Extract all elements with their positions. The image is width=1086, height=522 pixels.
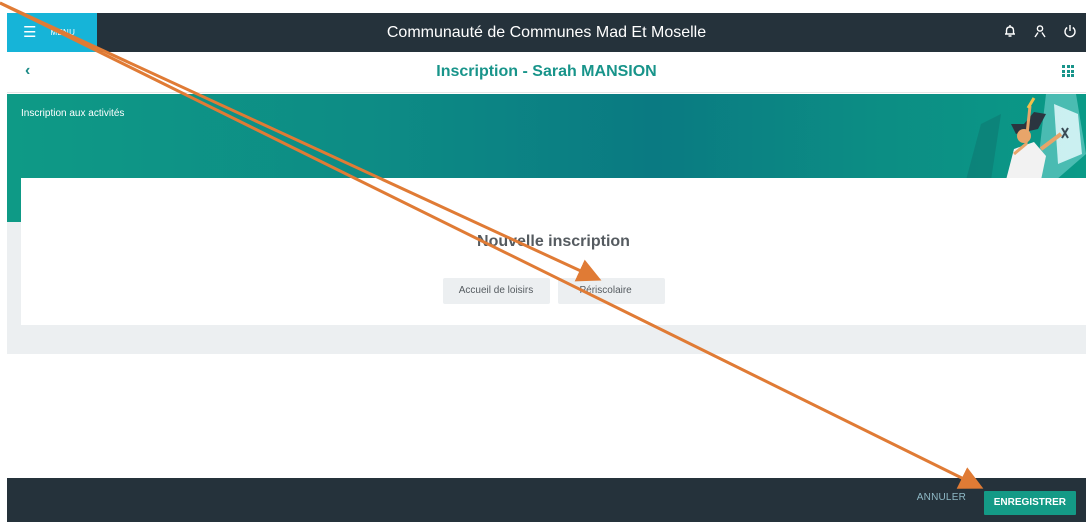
- app-title: Communauté de Communes Mad Et Moselle: [386, 24, 707, 41]
- save-button[interactable]: ENREGISTRER: [983, 491, 1076, 515]
- page: Communauté de Communes Mad Et Moselle ☰ …: [0, 0, 1086, 522]
- bell-icon[interactable]: [1002, 24, 1018, 42]
- sub-header: ‹ Inscription - Sarah MANSION: [7, 52, 1086, 93]
- apps-grid-icon[interactable]: [1062, 65, 1074, 77]
- user-icon[interactable]: [1032, 24, 1048, 42]
- menu-button[interactable]: ☰ MENU: [7, 13, 97, 52]
- cancel-button[interactable]: ANNULER: [917, 492, 966, 503]
- periscolaire-button[interactable]: Périscolaire: [557, 278, 665, 304]
- banner-illustration: [966, 94, 1086, 180]
- accueil-de-loisirs-button[interactable]: Accueil de loisirs: [442, 278, 550, 304]
- top-icons: [1002, 13, 1078, 52]
- page-title: Inscription - Sarah MANSION: [436, 63, 657, 80]
- footer-bar: ANNULER ENREGISTRER: [7, 478, 1086, 522]
- power-icon[interactable]: [1062, 24, 1078, 42]
- menu-label: MENU: [50, 28, 76, 37]
- banner-label: Inscription aux activités: [21, 108, 125, 119]
- registration-card: Nouvelle inscription Accueil de loisirs …: [21, 178, 1086, 325]
- menu-icon: ☰: [23, 24, 37, 41]
- top-bar: Communauté de Communes Mad Et Moselle ☰ …: [7, 13, 1086, 52]
- activity-options: Accueil de loisirs Périscolaire: [21, 278, 1086, 304]
- card-title: Nouvelle inscription: [477, 233, 630, 250]
